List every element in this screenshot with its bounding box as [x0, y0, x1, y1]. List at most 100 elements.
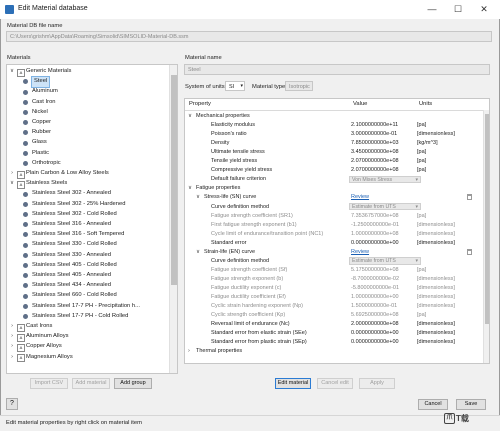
section-mechanical-properties[interactable]: ∨ Mechanical properties [185, 112, 485, 121]
property-dropdown[interactable]: Estimate from UTS [349, 203, 421, 211]
review-link[interactable]: Review [351, 193, 369, 202]
tree-item-stainless-steel-17-7-ph-precipitation-h[interactable]: Stainless Steel 17-7 PH - Precipitation … [7, 302, 171, 312]
materials-tree[interactable]: ∨ A Generic Materials Steel Aluminum Cast Iro… [6, 64, 178, 374]
tree-item-plastic[interactable]: Plastic [7, 149, 171, 159]
property-value[interactable]: 5.6925000000e+08 [351, 311, 399, 320]
add-material-button[interactable]: Add material [72, 378, 110, 389]
chevron-down-icon[interactable]: ∨ [9, 179, 15, 189]
tree-item-steel[interactable]: Steel [7, 76, 171, 88]
tree-item-stainless-steel-17-7-ph-cold-rolled[interactable]: Stainless Steel 17-7 PH - Cold Rolled [7, 312, 171, 322]
property-row-curve-definition-method[interactable]: Curve definition method Estimate from UTS [185, 257, 485, 266]
property-row-poisson-s-ratio[interactable]: Poisson's ratio 3.0000000000e-01 [dimensio… [185, 130, 485, 139]
property-row-fatigue-strength-exponent-b[interactable]: Fatigue strength exponent (b) -8.70000000… [185, 275, 485, 284]
property-value[interactable]: -5.8000000000e-01 [351, 284, 399, 293]
property-row-fatigue-ductility-coefficient-ef[interactable]: Fatigue ductility coefficient (Ef) 1.0000… [185, 293, 485, 302]
property-value[interactable]: 1.5000000000e-01 [351, 302, 397, 311]
chevron-right-icon[interactable]: › [9, 342, 15, 352]
property-value[interactable]: 0.0000000000e+00 [351, 338, 399, 347]
property-row-cyclic-strength-coefficient-kp[interactable]: Cyclic strength coefficient (Kp) 5.692500… [185, 311, 485, 320]
property-value[interactable]: 2.0700000000e+08 [351, 157, 399, 166]
save-button[interactable]: Save [456, 399, 486, 410]
tree-item-stainless-steel-405-annealed[interactable]: Stainless Steel 405 - Annealed [7, 271, 171, 281]
tree-item-aluminum[interactable]: Aluminum [7, 87, 171, 97]
chevron-right-icon[interactable]: › [9, 169, 15, 179]
property-row-standard-error-from-plastic-strain-sep[interactable]: Standard error from plastic strain (SEp)… [185, 338, 485, 347]
materials-scroll-thumb[interactable] [171, 75, 177, 285]
tree-group-magnesium-alloys[interactable]: › A Magnesium Alloys [7, 353, 171, 363]
cancel-button[interactable]: Cancel [418, 399, 448, 410]
property-value[interactable]: 3.0000000000e-01 [351, 130, 397, 139]
property-value[interactable]: 3.4500000000e+08 [351, 148, 399, 157]
section-thermal-properties[interactable]: › Thermal properties [185, 347, 485, 356]
tree-item-stainless-steel-405-cold-rolled[interactable]: Stainless Steel 405 - Cold Rolled [7, 261, 171, 271]
property-row-default-failure-criterion[interactable]: Default failure criterion Von Mises Stres… [185, 175, 485, 184]
minimize-button[interactable]: — [420, 2, 444, 17]
property-value[interactable]: 7.3536757000e+08 [351, 212, 399, 221]
import-csv-button[interactable]: Import CSV [30, 378, 68, 389]
property-row-cycle-limit-of-endurance-transition-point-nc1[interactable]: Cycle limit of endurance/transition poin… [185, 230, 485, 239]
tree-item-stainless-steel-316-annealed[interactable]: Stainless Steel 316 - Annealed [7, 220, 171, 230]
apply-button[interactable]: Apply [359, 378, 395, 389]
property-row-ultimate-tensile-stress[interactable]: Ultimate tensile stress 3.4500000000e+08 [… [185, 148, 485, 157]
materials-scrollbar[interactable] [169, 65, 177, 373]
tree-item-cast-iron[interactable]: Cast Iron [7, 98, 171, 108]
property-value[interactable]: 0.0000000000e+00 [351, 239, 399, 248]
tree-group-aluminum-alloys[interactable]: › A Aluminum Alloys [7, 332, 171, 342]
tree-group-cast-irons[interactable]: › A Cast Irons [7, 322, 171, 332]
tree-group-generic-materials[interactable]: ∨ A Generic Materials [7, 67, 171, 77]
property-value[interactable]: -8.7000000000e-02 [351, 275, 399, 284]
property-row-reversal-limit-of-endurance-nc[interactable]: Reversal limit of endurance (Nc) 2.000000… [185, 320, 485, 329]
tree-item-stainless-steel-330-cold-rolled[interactable]: Stainless Steel 330 - Cold Rolled [7, 240, 171, 250]
chevron-right-icon[interactable]: › [9, 322, 15, 332]
material-name-field[interactable]: Steel [184, 64, 490, 75]
material-type-select[interactable]: Isotropic [285, 81, 313, 91]
property-table[interactable]: Property Value Units ∨ Mechanical propert… [184, 98, 490, 364]
tree-item-nickel[interactable]: Nickel [7, 108, 171, 118]
chevron-right-icon[interactable]: › [188, 347, 190, 356]
tree-item-stainless-steel-316-soft-tempered[interactable]: Stainless Steel 316 - Soft Tempered [7, 230, 171, 240]
add-group-button[interactable]: Add group [114, 378, 152, 389]
tree-group-copper-alloys[interactable]: › A Copper Alloys [7, 342, 171, 353]
property-row-density[interactable]: Density 7.8500000000e+03 [kg/m^3] [185, 139, 485, 148]
maximize-button[interactable]: ☐ [446, 2, 470, 17]
property-value[interactable]: 7.8500000000e+03 [351, 139, 399, 148]
property-value[interactable]: 1.0000000000e+08 [351, 230, 399, 239]
chevron-down-icon[interactable]: ∨ [196, 193, 200, 202]
edit-material-button[interactable]: Edit material [275, 378, 311, 389]
tree-item-stainless-steel-302-cold-rolled[interactable]: Stainless Steel 302 - Cold Rolled [7, 210, 171, 220]
property-row-first-fatigue-strength-exponent-b1[interactable]: First fatigue strength exponent (b1) -1.2… [185, 221, 485, 230]
tree-group-plain-carbon-low-alloy-steels[interactable]: › A Plain Carbon & Low Alloy Steels [7, 169, 171, 179]
chevron-down-icon[interactable]: ∨ [188, 112, 192, 121]
review-link[interactable]: Review [351, 248, 369, 257]
cancel-edit-button[interactable]: Cancel edit [317, 378, 353, 389]
property-value[interactable]: 1.0000000000e+00 [351, 293, 399, 302]
tree-group-stainless-steels[interactable]: ∨ A Stainless Steels [7, 179, 171, 189]
section-fatigue-properties[interactable]: ∨ Fatigue properties [185, 184, 485, 193]
property-value[interactable]: -1.2500000000e-01 [351, 221, 399, 230]
property-value[interactable]: 2.1000000000e+11 [351, 121, 398, 130]
tree-item-copper[interactable]: Copper [7, 118, 171, 128]
property-dropdown[interactable]: Von Mises Stress [349, 175, 421, 184]
help-button[interactable]: ? [6, 398, 18, 410]
system-of-units-select[interactable]: SI ▾ [225, 81, 245, 91]
tree-item-stainless-steel-660-cold-rolled[interactable]: Stainless Steel 660 - Cold Rolled [7, 291, 171, 301]
property-scroll-thumb[interactable] [485, 114, 489, 324]
property-row-fatigue-ductility-exponent-c[interactable]: Fatigue ductility exponent (c) -5.8000000… [185, 284, 485, 293]
property-value[interactable]: 2.0700000000e+08 [351, 166, 399, 175]
property-row-fatigue-strength-coefficient-sr1[interactable]: Fatigue strength coefficient (SR1) 7.3536… [185, 212, 485, 221]
subsection-stress-life-sn-curve[interactable]: ∨ Stress-life (SN) curve Review [185, 193, 485, 202]
tree-item-orthotropic[interactable]: Orthotropic [7, 159, 171, 169]
chevron-right-icon[interactable]: › [9, 332, 15, 342]
property-row-cyclic-strain-hardening-exponent-np[interactable]: Cyclic strain hardening exponent (Np) 1.5… [185, 302, 485, 311]
tree-item-glass[interactable]: Glass [7, 138, 171, 148]
property-row-standard-error-from-elastic-strain-see[interactable]: Standard error from elastic strain (SEe)… [185, 329, 485, 338]
chevron-down-icon[interactable]: ∨ [188, 184, 192, 193]
property-row-compressive-yield-stress[interactable]: Compressive yield stress 2.0700000000e+08… [185, 166, 485, 175]
trash-icon[interactable] [467, 194, 472, 201]
tree-item-stainless-steel-330-annealed[interactable]: Stainless Steel 330 - Annealed [7, 251, 171, 261]
chevron-down-icon[interactable]: ∨ [9, 67, 15, 77]
property-row-fatigue-strength-coefficient-sf[interactable]: Fatigue strength coefficient (Sf) 5.17500… [185, 266, 485, 275]
tree-item-stainless-steel-434-annealed[interactable]: Stainless Steel 434 - Annealed [7, 281, 171, 291]
close-button[interactable]: ✕ [472, 2, 496, 17]
trash-icon[interactable] [467, 248, 472, 255]
